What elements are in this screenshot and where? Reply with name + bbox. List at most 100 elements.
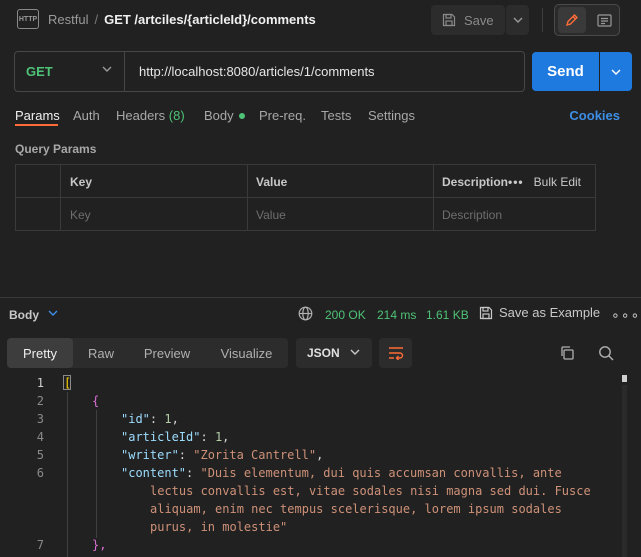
- json-line-writer: "writer": "Zorita Cantrell",: [121, 448, 323, 462]
- param-description-input[interactable]: Description: [433, 198, 595, 231]
- param-key-input[interactable]: Key: [60, 198, 247, 231]
- response-more-icon[interactable]: ∘∘∘: [611, 307, 640, 324]
- send-options-button[interactable]: [600, 52, 632, 91]
- chevron-down-icon: [513, 17, 522, 23]
- http-file-icon: HTTP: [17, 9, 39, 29]
- response-time[interactable]: 214 ms: [377, 308, 416, 322]
- chevron-down-icon: [350, 349, 360, 355]
- line-number: 1: [36, 376, 44, 390]
- documentation-icon: [596, 13, 612, 27]
- save-options-button[interactable]: [506, 5, 529, 35]
- scrollbar-track[interactable]: [622, 385, 627, 557]
- url-bar: GET: [14, 51, 525, 92]
- url-input[interactable]: [139, 52, 519, 91]
- pencil-icon: [565, 14, 578, 27]
- request-title[interactable]: GET /artciles/{articleId}/comments: [104, 12, 316, 27]
- send-button[interactable]: Send: [532, 52, 599, 91]
- view-mode-toggle: [554, 4, 620, 36]
- query-params-table: Key Value Description ••• Bulk Edit Key …: [15, 164, 596, 231]
- indent-guide: [67, 392, 68, 557]
- method-select[interactable]: GET: [15, 52, 125, 91]
- json-number: 1: [164, 412, 172, 426]
- json-line-articleId: "articleId": 1,: [121, 430, 229, 444]
- json-string-wrap: purus, in molestie": [150, 520, 288, 534]
- tab-auth[interactable]: Auth: [73, 108, 100, 123]
- response-body-label[interactable]: Body: [9, 308, 39, 322]
- bracket-match-highlight: [63, 375, 71, 390]
- column-header-value: Value: [247, 165, 433, 198]
- more-options-icon[interactable]: •••: [508, 175, 524, 189]
- search-icon[interactable]: [598, 345, 614, 361]
- save-button[interactable]: Save: [431, 5, 505, 35]
- json-comma: ,: [171, 412, 179, 426]
- json-open-brace: {: [92, 394, 100, 408]
- tab-body-label: Body: [204, 108, 234, 123]
- documentation-mode-button[interactable]: [590, 7, 618, 33]
- scrollbar-thumb[interactable]: [622, 375, 627, 382]
- view-tab-visualize[interactable]: Visualize: [205, 338, 288, 368]
- tab-settings[interactable]: Settings: [368, 108, 415, 123]
- response-header: Body 200 OK 214 ms 1.61 KB Save as Examp…: [0, 298, 641, 330]
- bulk-edit-button[interactable]: ••• Bulk Edit: [508, 165, 595, 198]
- json-colon: :: [200, 430, 215, 444]
- breadcrumb-separator: /: [94, 12, 99, 27]
- json-colon: :: [149, 412, 165, 426]
- tab-headers-label: Headers: [116, 108, 166, 123]
- bulk-edit-label: Bulk Edit: [533, 174, 581, 189]
- save-as-example-label: Save as Example: [499, 305, 601, 320]
- cookies-link[interactable]: Cookies: [569, 108, 620, 123]
- json-string-wrap: lectus convallis est, vitae sodales nisi…: [150, 484, 591, 498]
- line-number: 5: [36, 448, 44, 462]
- view-tab-raw[interactable]: Raw: [73, 338, 129, 368]
- json-string: "Duis elementum, dui quis accumsan conva…: [200, 466, 562, 480]
- tab-prerequest[interactable]: Pre-req.: [259, 108, 306, 123]
- row-checkbox-cell: [16, 198, 60, 231]
- globe-icon[interactable]: [298, 306, 313, 321]
- column-header-key: Key: [60, 165, 247, 198]
- tab-params[interactable]: Params: [15, 108, 60, 123]
- breadcrumb-collection[interactable]: Restful: [48, 12, 88, 27]
- query-params-header-row: Key Value Description ••• Bulk Edit: [16, 165, 595, 198]
- breadcrumb: Restful / GET /artciles/{articleId}/commen…: [48, 12, 316, 27]
- chevron-down-icon: [102, 66, 112, 72]
- save-icon: [442, 13, 456, 27]
- toolbar-divider: [542, 8, 543, 32]
- json-key: "writer": [121, 448, 179, 462]
- json-close-brace: },: [92, 538, 107, 552]
- response-view-tabs: Pretty Raw Preview Visualize: [7, 338, 288, 368]
- json-key: "content": [121, 466, 187, 480]
- chevron-down-icon[interactable]: [48, 310, 58, 316]
- copy-icon[interactable]: [559, 345, 575, 361]
- line-number: 4: [36, 430, 44, 444]
- body-indicator-dot: [238, 112, 245, 119]
- method-value: GET: [26, 64, 53, 79]
- headers-count-badge: (8): [168, 108, 185, 123]
- json-comma: ,: [316, 448, 324, 462]
- tab-headers[interactable]: Headers (8): [116, 108, 185, 123]
- tab-body[interactable]: Body: [204, 108, 245, 123]
- request-tabs: Params Auth Headers (8) Body Pre-req. Te…: [0, 105, 641, 131]
- view-tab-preview[interactable]: Preview: [129, 338, 205, 368]
- save-as-example-button[interactable]: Save as Example: [479, 305, 600, 320]
- save-icon: [479, 306, 493, 319]
- response-size[interactable]: 1.61 KB: [426, 308, 469, 322]
- json-key: "id": [121, 412, 150, 426]
- wrap-lines-icon: [388, 347, 403, 360]
- line-number: 2: [36, 394, 44, 408]
- active-tab-indicator: [15, 124, 58, 126]
- json-line-content: "content": "Duis elementum, dui quis acc…: [121, 466, 562, 480]
- wrap-lines-button[interactable]: [379, 338, 412, 368]
- chevron-down-icon: [611, 69, 621, 75]
- checkbox-column-header: [16, 165, 60, 198]
- json-comma: ,: [222, 430, 230, 444]
- indent-guide: [96, 410, 97, 538]
- view-tab-pretty[interactable]: Pretty: [7, 338, 73, 368]
- tab-tests[interactable]: Tests: [321, 108, 351, 123]
- request-header: HTTP Restful / GET /artciles/{articleId}/c…: [0, 0, 641, 40]
- param-value-input[interactable]: Value: [247, 198, 433, 231]
- edit-mode-button[interactable]: [558, 7, 586, 33]
- format-select[interactable]: JSON: [296, 338, 372, 368]
- status-code[interactable]: 200 OK: [325, 308, 366, 322]
- format-value: JSON: [307, 346, 340, 360]
- json-colon: :: [178, 448, 194, 462]
